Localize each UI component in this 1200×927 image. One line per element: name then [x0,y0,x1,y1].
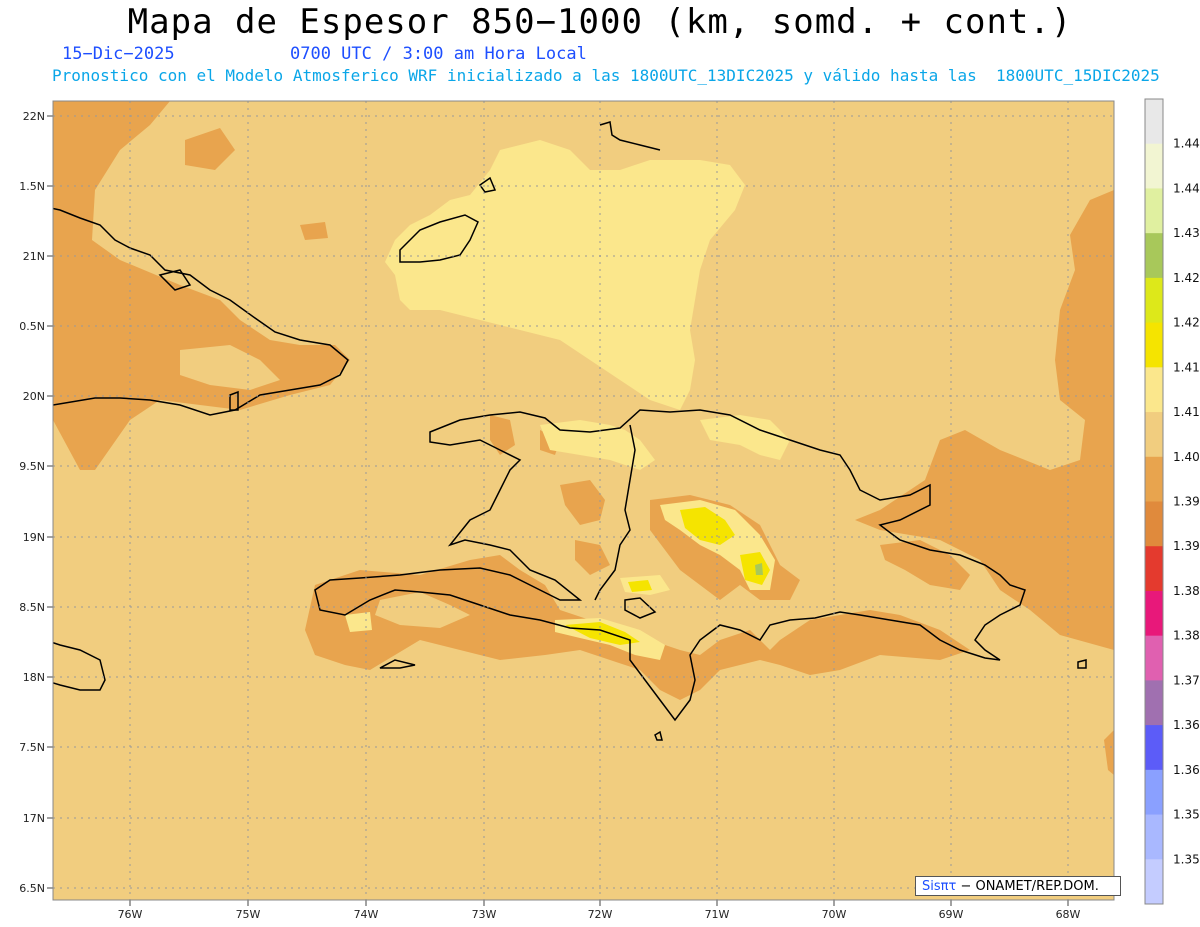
colorbar-swatch [1145,99,1163,145]
lat-label: 7.5N [19,741,45,754]
colorbar-label: 1.44 [1173,181,1200,195]
colorbar-label: 1.38 [1173,629,1200,643]
colorbar-swatch [1145,277,1163,324]
colorbar-swatch [1145,501,1163,547]
colorbar-swatch [1145,546,1163,592]
lat-label: 9.5N [19,460,45,473]
lon-label: 75W [236,908,261,921]
lon-label: 76W [118,908,143,921]
lon-label: 70W [822,908,847,921]
credit-brand: Sisπτ [922,879,957,894]
colorbar-label: 1.386 [1173,584,1200,598]
longitude-labels: 76W 75W 74W 73W 72W 71W 70W 69W 68W [118,908,1081,921]
colorbar-label: 1.416 [1173,360,1200,374]
lon-label: 69W [939,908,964,921]
colorbar-label: 1.362 [1173,763,1200,777]
colorbar-swatch [1145,590,1163,637]
colorbar-label: 1.404 [1173,450,1200,464]
credit-box: Sisπτ − ONAMET/REP.DOM. [915,876,1121,896]
colorbar-label: 1.422 [1173,316,1200,330]
colorbar-label: 1.428 [1173,271,1200,285]
colorbar-label: 1.398 [1173,495,1200,509]
lat-label: 6.5N [19,882,45,895]
lat-label: 20N [23,390,45,403]
colorbar-swatch [1145,859,1163,905]
lat-label: 18N [23,671,45,684]
colorbar-label: 1.35 [1173,852,1200,866]
thickness-map: 22N 1.5N 21N 0.5N 20N 9.5N 19N 8.5N 18N … [19,98,1200,921]
lat-label: 17N [23,812,45,825]
colorbar-label: 1.368 [1173,718,1200,732]
colorbar-label: 1.446 [1173,137,1200,151]
latitude-labels: 22N 1.5N 21N 0.5N 20N 9.5N 19N 8.5N 18N … [19,110,45,895]
lat-label: 21N [23,250,45,263]
colorbar-swatch [1145,412,1163,458]
colorbar-swatch [1145,680,1163,726]
credit-text: − ONAMET/REP.DOM. [960,879,1099,894]
colorbar-swatch [1145,769,1163,816]
colorbar-swatch [1145,322,1163,368]
lat-label: 1.5N [19,180,45,193]
colorbar-swatch [1145,367,1163,413]
lat-label: 22N [23,110,45,123]
colorbar-swatch [1145,233,1163,279]
lon-label: 72W [588,908,613,921]
lat-label: 0.5N [19,320,45,333]
colorbar-swatch [1145,188,1163,234]
lat-label: 19N [23,531,45,544]
lon-label: 73W [472,908,497,921]
lat-label: 8.5N [19,601,45,614]
colorbar-swatch [1145,143,1163,189]
lon-label: 68W [1056,908,1081,921]
colorbar-swatch [1145,725,1163,771]
colorbar: 1.446 1.44 1.434 1.428 1.422 1.416 1.41 1.404 1.… [1144,98,1200,905]
colorbar-swatch [1145,635,1163,681]
lon-label: 74W [354,908,379,921]
colorbar-label: 1.356 [1173,808,1200,822]
colorbar-swatch [1145,456,1163,502]
colorbar-label: 1.41 [1173,405,1200,419]
colorbar-label: 1.434 [1173,226,1200,240]
lon-label: 71W [705,908,730,921]
colorbar-swatch [1145,814,1163,860]
shaded-field [53,101,1114,900]
colorbar-label: 1.374 [1173,673,1200,687]
colorbar-label: 1.392 [1173,539,1200,553]
